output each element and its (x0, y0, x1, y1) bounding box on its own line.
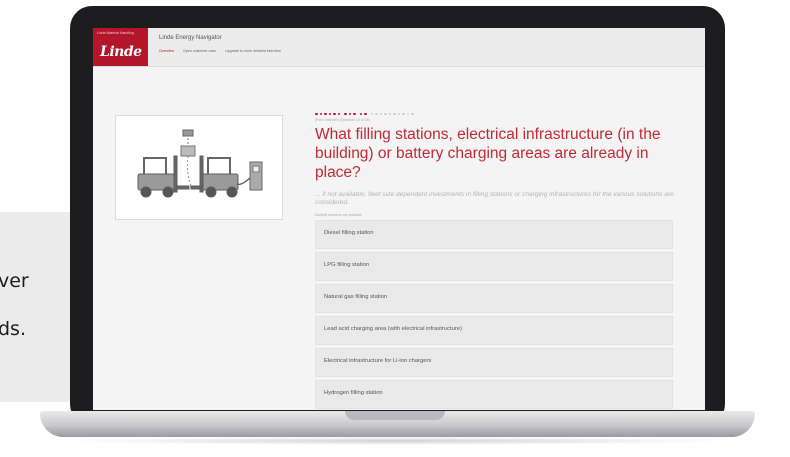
nav-overview[interactable]: Overview (159, 49, 174, 53)
app-title: Linde Energy Navigator (159, 35, 222, 41)
progress-dot (393, 112, 396, 116)
progress-dot (359, 112, 362, 116)
logo-tagline: Linde Material Handling (97, 31, 134, 35)
progress-dot (411, 112, 414, 116)
option-label: LPG filling station (324, 262, 370, 268)
laptop-screen: Linde Material Handling Linde Linde Ener… (93, 28, 705, 410)
progress-dot (388, 112, 391, 116)
logo-wordmark: Linde (100, 44, 142, 60)
progress-dot (333, 112, 336, 116)
laptop-shadow (60, 437, 735, 445)
question-subtitle: (Fleet interview (Question 10 of 18) (315, 118, 370, 122)
progress-dot (348, 112, 351, 116)
multiple-answers-note: Multiple answers are possible (315, 213, 363, 217)
app-header: Linde Material Handling Linde Linde Ener… (93, 28, 705, 67)
option-label: Hydrogen filling station (324, 390, 383, 396)
option-label: Electrical infrastructure for Li-ion cha… (324, 358, 432, 364)
progress-dot (328, 112, 331, 116)
progress-dot (364, 112, 367, 116)
progress-dot (315, 112, 318, 116)
progress-dot (370, 112, 373, 116)
progress-dot (406, 112, 409, 116)
progress-dot (353, 112, 356, 116)
progress-dot (397, 112, 400, 116)
question-title: What filling stations, electrical infras… (315, 126, 661, 181)
laptop-notch (345, 411, 445, 420)
caption-line-1: ver (0, 270, 29, 292)
answer-options: Diesel filling station LPG filling stati… (315, 220, 673, 410)
progress-dot (375, 112, 378, 116)
option-label: Diesel filling station (324, 230, 374, 236)
question-hint: ... if not available, fleet size depende… (315, 191, 674, 206)
option-diesel-filling-station[interactable]: Diesel filling station (315, 220, 673, 249)
forklift-illustration (115, 115, 283, 220)
option-li-ion-infrastructure[interactable]: Electrical infrastructure for Li-ion cha… (315, 348, 673, 377)
option-label: Natural gas filling station (324, 294, 388, 300)
caption-line-2: ds. (0, 318, 26, 340)
linde-logo[interactable]: Linde Material Handling Linde (93, 28, 148, 66)
option-lead-acid-charging-area[interactable]: Lead acid charging area (with electrical… (315, 316, 673, 345)
progress-dot (324, 112, 327, 116)
option-label: Lead acid charging area (with electrical… (324, 326, 462, 332)
progress-dot (402, 112, 405, 116)
question-area: (Fleet interview (Question 10 of 18) Wha… (315, 112, 675, 217)
progress-dot (344, 112, 347, 116)
nav-upgrade-interview[interactable]: Upgrade to more detailed interview (225, 49, 281, 53)
forklift-charging-icon (137, 129, 263, 198)
progress-dot (319, 112, 322, 116)
question-progress (315, 112, 675, 116)
app-nav: Overview Open customer case Upgrade to m… (159, 49, 281, 53)
option-natural-gas-filling-station[interactable]: Natural gas filling station (315, 284, 673, 313)
progress-dot (337, 112, 340, 116)
progress-dot (379, 112, 382, 116)
option-lpg-filling-station[interactable]: LPG filling station (315, 252, 673, 281)
nav-open-customer-case[interactable]: Open customer case (183, 49, 216, 53)
progress-dot (384, 112, 387, 116)
option-hydrogen-filling-station[interactable]: Hydrogen filling station (315, 380, 673, 409)
